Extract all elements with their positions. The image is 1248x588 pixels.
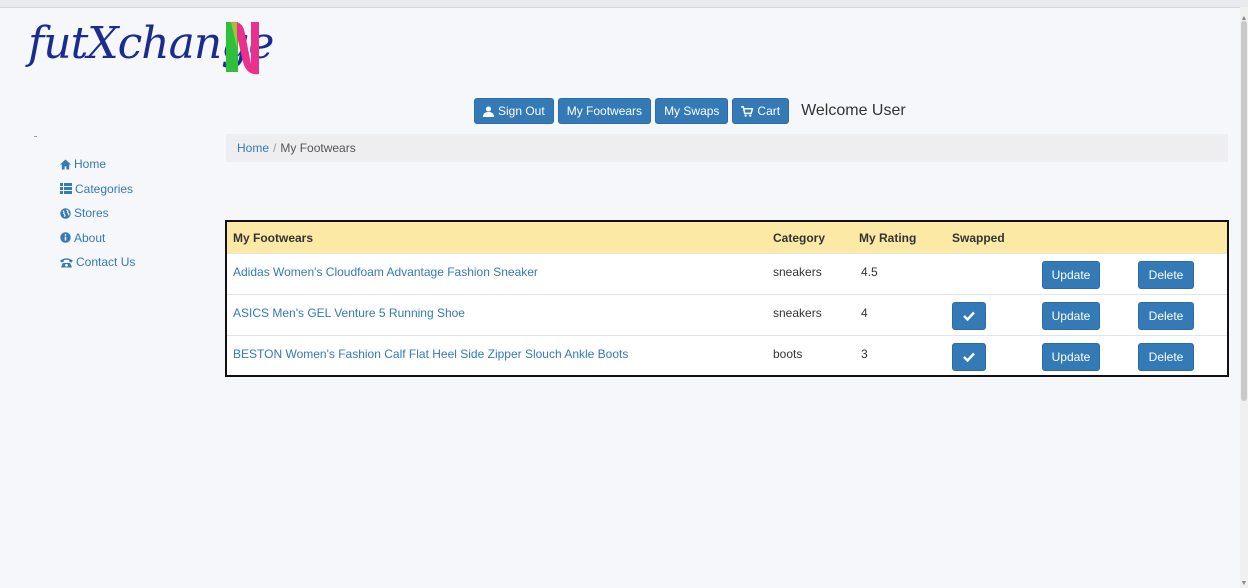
- my-swaps-button[interactable]: My Swaps: [655, 98, 729, 124]
- my-swaps-label: My Swaps: [664, 104, 720, 118]
- user-icon: [483, 105, 494, 117]
- footwear-category: sneakers: [773, 265, 822, 279]
- footwear-rating: 3: [861, 347, 868, 361]
- checkmark-icon: [963, 352, 975, 362]
- top-nav: Sign Out My Footwears My Swaps Cart Welc…: [474, 97, 906, 125]
- header-category: Category: [773, 230, 826, 245]
- table-row: Adidas Women's Cloudfoam Advantage Fashi…: [227, 253, 1227, 295]
- phone-icon: [60, 258, 73, 268]
- sidebar-item-home[interactable]: Home: [60, 152, 135, 177]
- checkmark-icon: [963, 311, 975, 321]
- home-icon: [60, 159, 71, 170]
- footwear-category: boots: [773, 347, 803, 361]
- table-header-row: My Footwears Category My Rating Swapped: [227, 222, 1227, 253]
- footwear-rating: 4: [861, 306, 868, 320]
- sidebar-item-label: Stores: [74, 206, 109, 221]
- table-row: ASICS Men's GEL Venture 5 Running Shoe s…: [227, 294, 1227, 336]
- update-label: Update: [1051, 268, 1091, 282]
- sidebar-marker: [34, 136, 37, 137]
- swapped-check-button[interactable]: [952, 302, 986, 330]
- logo-n-mark-icon: [226, 21, 259, 75]
- delete-label: Delete: [1148, 350, 1184, 364]
- table-row: BESTON Women's Fashion Calf Flat Heel Si…: [227, 335, 1227, 377]
- footwear-name-link[interactable]: Adidas Women's Cloudfoam Advantage Fashi…: [233, 265, 538, 279]
- sidebar-item-about[interactable]: About: [60, 226, 135, 251]
- scrollbar[interactable]: ▲ ▼: [1240, 7, 1248, 588]
- scroll-down-arrow-icon[interactable]: ▼: [1240, 580, 1248, 588]
- header-rating: My Rating: [859, 230, 917, 245]
- sidebar-item-stores[interactable]: Stores: [60, 201, 135, 226]
- breadcrumb-home-link[interactable]: Home: [237, 141, 269, 155]
- info-icon: [60, 232, 71, 243]
- swapped-check-button[interactable]: [952, 343, 986, 371]
- footwear-category: sneakers: [773, 306, 822, 320]
- breadcrumb-separator: /: [273, 141, 277, 155]
- sidebar: Home Categories Stores About Contact Us: [60, 152, 135, 275]
- cart-button[interactable]: Cart: [732, 98, 790, 124]
- delete-label: Delete: [1148, 309, 1184, 323]
- sign-out-button[interactable]: Sign Out: [474, 98, 554, 124]
- sidebar-item-label: About: [74, 230, 106, 245]
- cart-label: Cart: [757, 104, 781, 118]
- header-swapped: Swapped: [952, 230, 1005, 245]
- sidebar-item-contact[interactable]: Contact Us: [60, 250, 135, 275]
- globe-icon: [60, 208, 71, 219]
- header-footwear: My Footwears: [233, 230, 314, 245]
- sidebar-item-label: Contact Us: [76, 255, 136, 270]
- delete-label: Delete: [1148, 268, 1184, 282]
- sidebar-item-categories[interactable]: Categories: [60, 177, 135, 202]
- delete-button[interactable]: Delete: [1138, 343, 1194, 371]
- update-button[interactable]: Update: [1042, 343, 1100, 371]
- delete-button[interactable]: Delete: [1138, 302, 1194, 330]
- sidebar-item-label: Categories: [75, 181, 134, 196]
- update-button[interactable]: Update: [1042, 302, 1100, 330]
- my-footwears-label: My Footwears: [566, 104, 643, 118]
- sign-out-label: Sign Out: [498, 104, 545, 118]
- footwear-table: My Footwears Category My Rating Swapped …: [225, 220, 1229, 377]
- footwear-name-link[interactable]: BESTON Women's Fashion Calf Flat Heel Si…: [233, 347, 628, 361]
- delete-button[interactable]: Delete: [1138, 261, 1194, 289]
- breadcrumb: Home / My Footwears: [226, 134, 1228, 162]
- update-button[interactable]: Update: [1042, 261, 1100, 289]
- my-footwears-button[interactable]: My Footwears: [557, 98, 652, 124]
- cart-icon: [741, 105, 754, 117]
- list-icon: [60, 183, 72, 195]
- site-logo[interactable]: futXchange: [28, 18, 274, 98]
- update-label: Update: [1051, 309, 1091, 323]
- breadcrumb-current: My Footwears: [280, 141, 356, 155]
- sidebar-item-label: Home: [74, 157, 107, 172]
- browser-top-bar: [0, 0, 1248, 8]
- scrollbar-thumb[interactable]: [1241, 21, 1247, 401]
- footwear-rating: 4.5: [861, 265, 878, 279]
- welcome-message: Welcome User: [801, 102, 906, 119]
- update-label: Update: [1051, 350, 1091, 364]
- footwear-name-link[interactable]: ASICS Men's GEL Venture 5 Running Shoe: [233, 306, 465, 320]
